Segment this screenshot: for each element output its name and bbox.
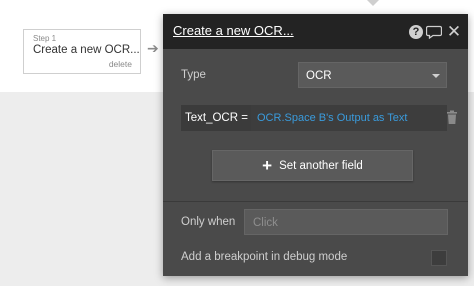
breakpoint-label: Add a breakpoint in debug mode (181, 251, 348, 263)
set-another-field-label: Set another field (279, 159, 363, 172)
panel-title[interactable]: Create a new OCR... (173, 23, 294, 38)
only-when-input[interactable]: Click (244, 209, 448, 235)
panel-header: Create a new OCR... ? ✕ (163, 14, 468, 49)
type-select[interactable]: OCR (298, 62, 447, 88)
set-another-field-button[interactable]: + Set another field (212, 150, 413, 181)
field-value-expression[interactable]: OCR.Space B's Output as Text (251, 105, 447, 131)
close-icon[interactable]: ✕ (446, 23, 462, 40)
step-number: Step 1 (33, 34, 57, 43)
breakpoint-checkbox[interactable] (431, 250, 447, 266)
type-label: Type (181, 69, 206, 81)
divider (163, 201, 468, 202)
action-editor-panel: Create a new OCR... ? ✕ Type OCR Text_OC… (163, 14, 468, 276)
workflow-step-card[interactable]: Step 1 Create a new OCR... delete (23, 29, 141, 74)
top-caret (367, 0, 379, 6)
field-key: Text_OCR = (185, 112, 248, 124)
step-delete-link[interactable]: delete (109, 59, 132, 69)
field-assignment-row[interactable]: Text_OCR = OCR.Space B's Output as Text (181, 105, 447, 131)
only-when-placeholder: Click (253, 217, 278, 229)
comment-icon[interactable] (426, 24, 442, 40)
step-title: Create a new OCR... (33, 44, 140, 56)
chevron-down-icon (432, 74, 440, 78)
plus-icon: + (262, 155, 273, 175)
help-icon[interactable]: ? (408, 24, 424, 40)
type-select-value: OCR (306, 70, 332, 82)
only-when-label: Only when (181, 216, 236, 228)
trash-icon[interactable] (446, 110, 460, 126)
arrow-right-icon: ➔ (147, 40, 159, 56)
